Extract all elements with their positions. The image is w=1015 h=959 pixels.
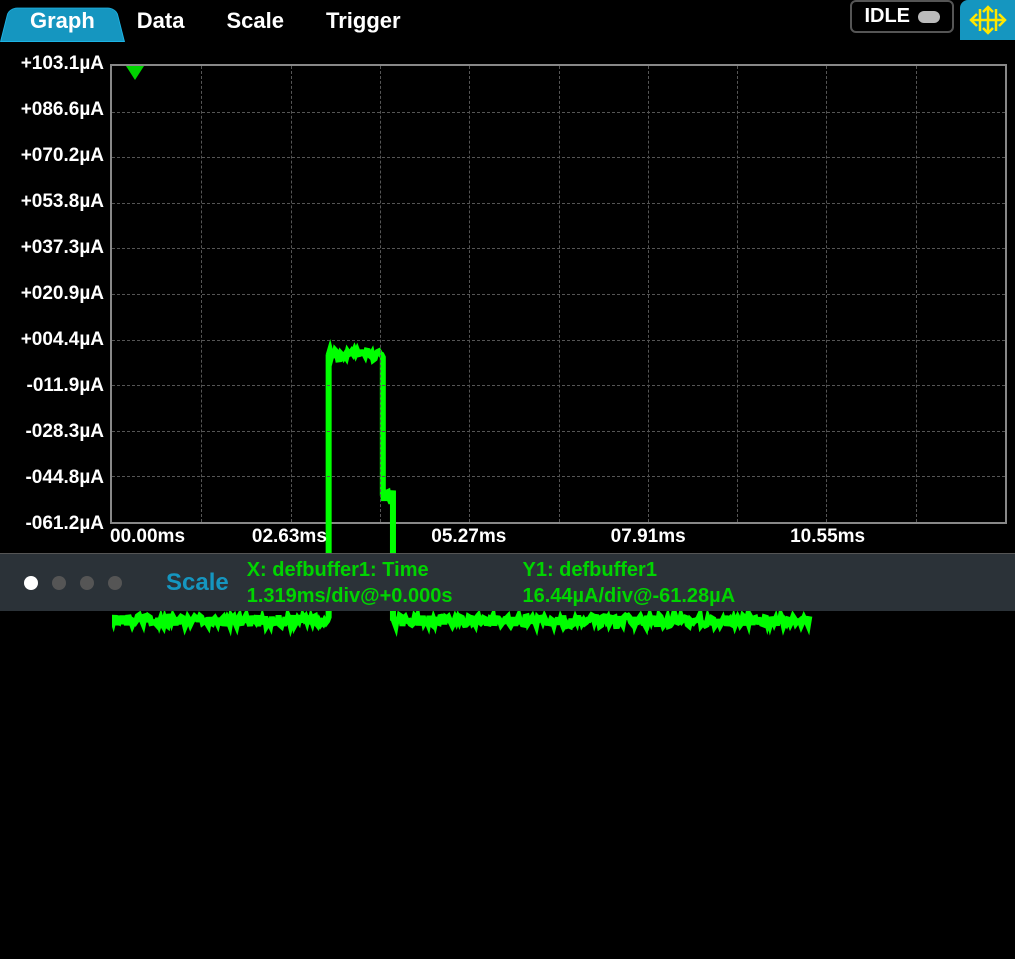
pager-dot-2[interactable]	[52, 576, 66, 590]
tab-scale-label: Scale	[226, 8, 284, 34]
gridline-v	[559, 66, 560, 522]
graph-area[interactable]: +103.1µA +086.6µA +070.2µA +053.8µA +037.3µA…	[0, 44, 1011, 554]
y-tick-label: -061.2µA	[25, 513, 104, 535]
tab-trigger[interactable]: Trigger	[296, 0, 431, 42]
gridline-h	[112, 340, 1005, 341]
gridline-v	[916, 66, 917, 522]
footer-y-line1: Y1: defbuffer1	[522, 557, 735, 583]
tab-graph-label: Graph	[30, 8, 95, 34]
y-tick-label: +020.9µA	[21, 283, 104, 305]
tab-graph[interactable]: Graph	[0, 0, 125, 42]
gridline-h	[112, 385, 1005, 386]
tab-data-label: Data	[137, 8, 185, 34]
page-indicator[interactable]	[10, 576, 136, 590]
footer-bar: Scale X: defbuffer1: Time 1.319ms/div@+0…	[0, 553, 1015, 611]
pager-dot-4[interactable]	[108, 576, 122, 590]
y-axis-labels: +103.1µA +086.6µA +070.2µA +053.8µA +037.3µA…	[0, 44, 110, 526]
gridline-v	[648, 66, 649, 522]
x-tick-label: 02.63ms	[252, 526, 327, 548]
pager-dot-3[interactable]	[80, 576, 94, 590]
x-tick-label: 00.00ms	[110, 526, 185, 548]
y-tick-label: -011.9µA	[27, 375, 105, 397]
pager-dot-1[interactable]	[24, 576, 38, 590]
x-axis-labels: 00.00ms 02.63ms 05.27ms 07.91ms 10.55ms	[110, 526, 1007, 552]
x-tick-label: 07.91ms	[611, 526, 686, 548]
footer-x-scale[interactable]: X: defbuffer1: Time 1.319ms/div@+0.000s	[247, 557, 453, 609]
footer-x-line2: 1.319ms/div@+0.000s	[247, 583, 453, 609]
gridline-v	[737, 66, 738, 522]
status-indicator-icon	[918, 11, 940, 23]
status-badge: IDLE	[850, 0, 954, 33]
gridline-h	[112, 476, 1005, 477]
y-tick-label: +037.3µA	[21, 237, 104, 259]
zoom-arrows-icon	[968, 5, 1008, 35]
y-tick-label: +103.1µA	[21, 53, 104, 75]
tab-trigger-label: Trigger	[326, 8, 401, 34]
x-tick-label: 10.55ms	[790, 526, 865, 548]
gridline-h	[112, 431, 1005, 432]
y-tick-label: +070.2µA	[21, 145, 104, 167]
x-tick-label: 05.27ms	[431, 526, 506, 548]
status-text: IDLE	[864, 5, 910, 28]
y-tick-label: +086.6µA	[21, 99, 104, 121]
plot-region[interactable]	[110, 64, 1007, 524]
zoom-fit-button[interactable]	[960, 0, 1015, 40]
y-tick-label: -028.3µA	[25, 421, 104, 443]
footer-y-line2: 16.44µA/div@-61.28µA	[522, 583, 735, 609]
y-tick-label: +004.4µA	[21, 329, 104, 351]
footer-x-line1: X: defbuffer1: Time	[247, 557, 453, 583]
y-tick-label: +053.8µA	[21, 191, 104, 213]
footer-y-scale[interactable]: Y1: defbuffer1 16.44µA/div@-61.28µA	[522, 557, 735, 609]
y-tick-label: -044.8µA	[25, 467, 104, 489]
gridline-v	[826, 66, 827, 522]
footer-scale-title: Scale	[166, 569, 229, 597]
